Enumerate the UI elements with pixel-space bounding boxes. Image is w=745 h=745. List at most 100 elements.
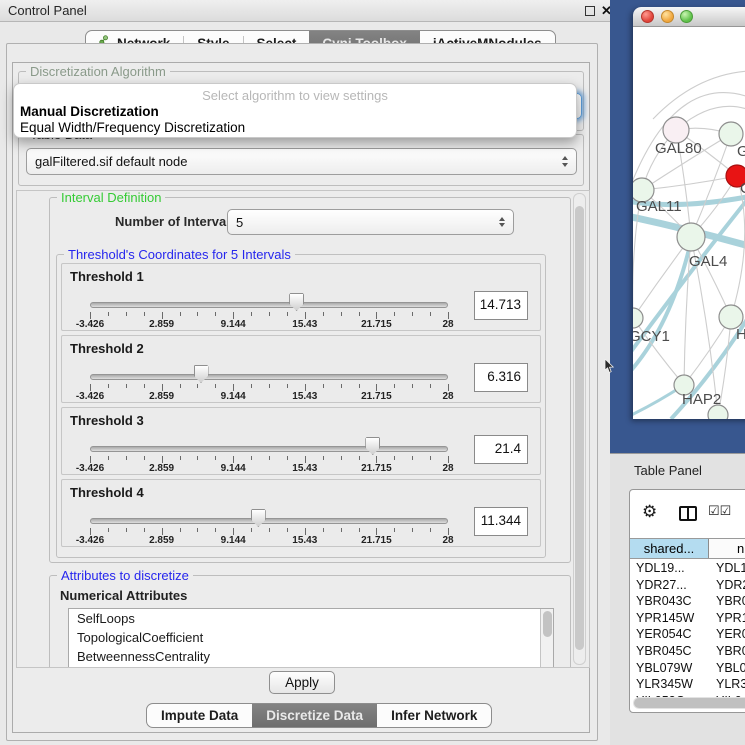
threshold-value-field[interactable]: 21.4 [474,435,528,464]
slider-tick-labels: -3.4262.8599.14415.4321.71528 [90,463,448,474]
scrollbar-thumb[interactable] [575,206,584,650]
zoom-window-icon[interactable] [680,10,693,23]
network-view-window: GAL80 GA C GAL11 GAL4 GCY1 H HAP2 [633,7,745,419]
node-label: GCY1 [633,328,670,345]
slider-thumb[interactable] [289,293,304,311]
tab-infer-network[interactable]: Infer Network [377,704,491,727]
minimize-window-icon[interactable] [661,10,674,23]
slider-track[interactable] [90,374,448,380]
attributes-title: Attributes to discretize [57,568,193,583]
table-data-combobox[interactable]: galFiltered.sif default node [26,148,577,175]
tab-discretize-data[interactable]: Discretize Data [252,704,377,727]
table-data-value: galFiltered.sif default node [35,154,562,169]
network-node[interactable] [633,308,643,328]
table-row[interactable]: YLR345WYLR3 [630,676,745,693]
table-horizontal-scrollbar[interactable] [633,697,745,709]
table-row[interactable]: YBR045CYBR0 [630,643,745,660]
table-row[interactable]: YBR043CYBR0 [630,593,745,610]
slider-track[interactable] [90,446,448,452]
network-window-titlebar[interactable] [633,7,745,27]
threshold-group: Threshold 4 -3.4262.8599.14415.4321.71528… [61,479,541,547]
table-header-row: shared... n [630,538,745,559]
node-label: GAL80 [655,140,702,157]
attributes-list-scrollbar[interactable] [540,609,553,668]
network-canvas[interactable]: GAL80 GA C GAL11 GAL4 GCY1 H HAP2 [633,27,745,419]
table-row[interactable]: YDR27...YDR2 [630,577,745,594]
attribute-list-item[interactable]: BetweennessCentrality [69,647,553,666]
threshold-label: Threshold 1 [70,269,144,284]
number-of-intervals-value: 5 [236,215,499,230]
tab-impute-data[interactable]: Impute Data [147,704,252,727]
attributes-fieldset: Attributes to discretize Numerical Attri… [49,575,571,668]
node-label: C [740,180,745,197]
number-of-intervals-label: Number of Intervals [115,214,237,229]
slider-track[interactable] [90,518,448,524]
interval-definition-fieldset: Interval Definition Number of Intervals … [49,197,571,563]
threshold-value-field[interactable]: 14.713 [474,291,528,320]
split-columns-icon[interactable] [679,506,697,521]
threshold-value-field[interactable]: 6.316 [474,363,528,392]
threshold-value-field[interactable]: 11.344 [474,507,528,536]
slider-thumb[interactable] [251,509,266,527]
slider-tick-labels: -3.4262.8599.14415.4321.71528 [90,535,448,546]
attribute-list-item[interactable]: TopologicalCoefficient [69,628,553,647]
interval-definition-title: Interval Definition [57,190,165,205]
column-header-shared[interactable]: shared... [630,539,709,558]
network-edge [642,176,737,190]
table-panel-title: Table Panel [634,463,702,478]
settings-vertical-scrollbar[interactable] [573,193,586,665]
numerical-attributes-list[interactable]: SelfLoopsTopologicalCoefficientBetweenne… [68,608,554,668]
scrollbar-thumb[interactable] [543,611,552,637]
threshold-group: Threshold 2 -3.4262.8599.14415.4321.71528… [61,335,541,403]
algorithm-option-equal-width[interactable]: Equal Width/Frequency Discretization [20,120,245,135]
gear-icon[interactable]: ⚙ [642,503,657,520]
settings-scroll-area: Interval Definition Number of Intervals … [16,190,590,668]
control-panel-title: Control Panel [8,0,87,22]
select-columns-icon[interactable]: ☑☑ [708,503,731,519]
spinner-arrows-icon [499,217,505,228]
threshold-label: Threshold 3 [70,413,144,428]
cyni-subtabs: Impute Data Discretize Data Infer Networ… [146,703,492,728]
table-row[interactable]: YPR145WYPR1 [630,610,745,627]
numerical-attributes-label: Numerical Attributes [60,588,187,603]
table-row[interactable]: YDL19...YDL1 [630,560,745,577]
scrollbar-thumb[interactable] [634,698,745,708]
discretization-algorithm-title: Discretization Algorithm [26,64,170,79]
table-row[interactable]: YER054CYER0 [630,626,745,643]
slider-tick-labels: -3.4262.8599.14415.4321.71528 [90,319,448,330]
slider-thumb[interactable] [365,437,380,455]
node-label: GAL4 [689,253,727,270]
network-edge [653,71,745,119]
node-label: GAL11 [636,198,682,215]
threshold-group: Threshold 3 -3.4262.8599.14415.4321.71528… [61,407,541,475]
attribute-list-item[interactable]: SelfLoops [69,609,553,628]
threshold-group: Threshold 1 -3.4262.8599.14415.4321.71528… [61,263,541,331]
network-node[interactable] [677,223,705,251]
algorithm-dropdown-popup: Select algorithm to view settings Manual… [13,83,577,138]
combo-arrows-icon [562,156,568,167]
float-panel-icon[interactable] [585,6,595,16]
slider-track[interactable] [90,302,448,308]
control-panel-titlebar: Control Panel [0,0,612,22]
table-row[interactable]: YBL079WYBL0 [630,660,745,677]
apply-button[interactable]: Apply [269,671,335,694]
mouse-cursor [604,359,615,374]
threshold-label: Threshold 2 [70,341,144,356]
node-table-frame: ⚙ ☑☑ shared... n YDL19...YDL1YDR27...YDR… [629,489,745,713]
application-window: Control Panel ✕ Network Style Select Cyn… [0,0,745,745]
algorithm-option-manual[interactable]: Manual Discretization [20,104,159,119]
threshold-label: Threshold 4 [70,485,144,500]
table-panel: Table Panel ⚙ ☑☑ shared... n YDL19...YDL… [610,453,745,745]
algorithm-hint-item[interactable]: Select algorithm to view settings [14,88,576,103]
node-label: GA [737,143,745,160]
number-of-intervals-spinner[interactable]: 5 [227,209,514,235]
table-body: YDL19...YDL1YDR27...YDR2YBR043CYBR0YPR14… [630,560,745,712]
node-label: H [736,326,745,343]
thresholds-fieldset: Threshold's Coordinates for 5 Intervals … [56,254,546,558]
node-label: HAP2 [682,391,721,408]
thresholds-container: Threshold 1 -3.4262.8599.14415.4321.71528… [57,259,545,551]
slider-tick-labels: -3.4262.8599.14415.4321.71528 [90,391,448,402]
close-window-icon[interactable] [641,10,654,23]
slider-thumb[interactable] [194,365,209,383]
column-header-name[interactable]: n [709,539,745,558]
